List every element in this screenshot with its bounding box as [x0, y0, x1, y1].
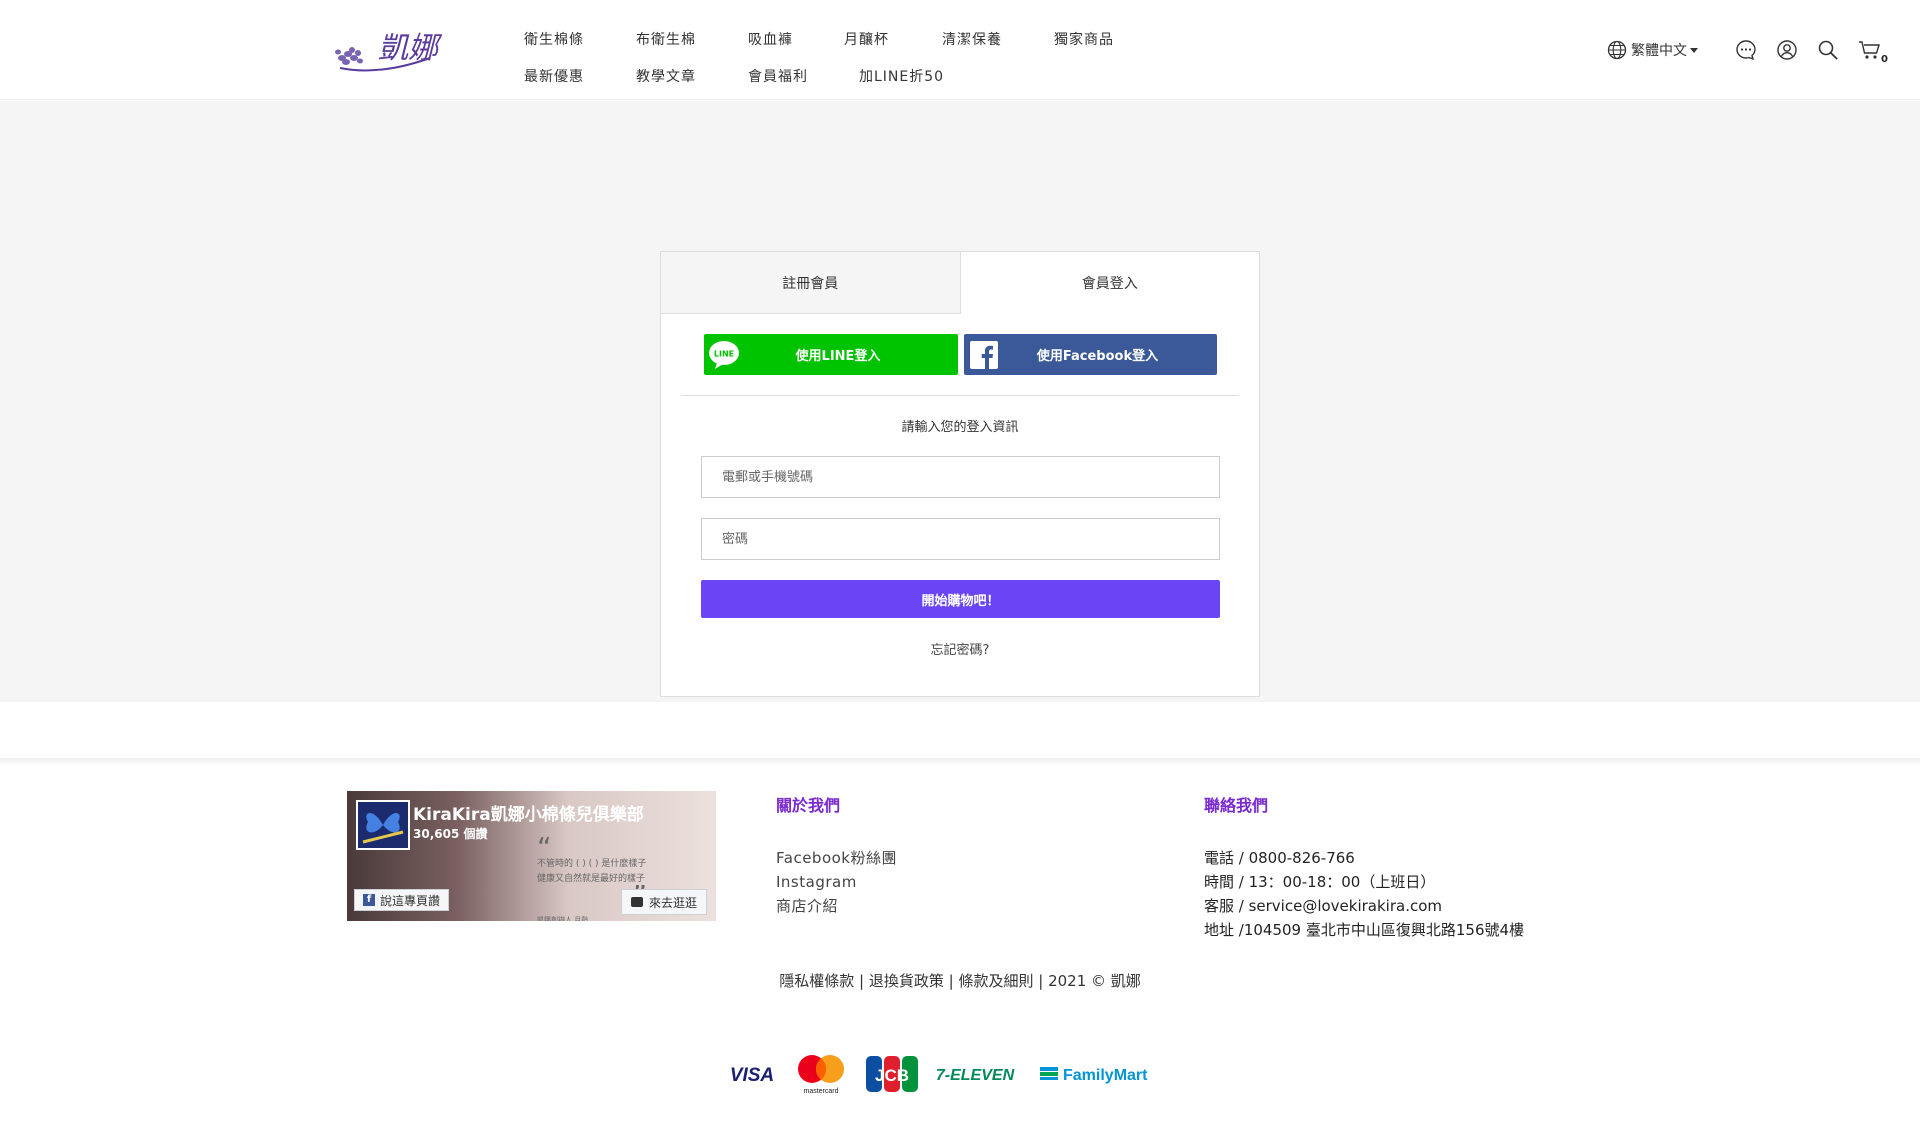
nav-item-offers[interactable]: 最新優惠 — [524, 66, 636, 86]
fb-quote-line-2: 健康又自然就是最好的樣子 — [537, 874, 646, 884]
payment-methods: VISA mastercard JCB 7-ELEVEN FamilyMart — [727, 1052, 1155, 1096]
globe-icon — [1607, 40, 1627, 60]
login-panel: 註冊會員 會員登入 LINE 使用LINE登入 使用Facebook登入 請輸入… — [660, 251, 1260, 697]
familymart-icon: FamilyMart — [1040, 1067, 1148, 1084]
jcb-icon: JCB — [866, 1056, 918, 1092]
contact-address: 地址 /104509 臺北市中山區復興北路156號4樓 — [1204, 921, 1525, 939]
fb-visit-label: 來去逛逛 — [648, 895, 697, 910]
nav-item-line-discount[interactable]: 加LINE折50 — [859, 66, 944, 86]
seven-eleven-icon: 7-ELEVEN — [936, 1067, 1015, 1084]
start-shopping-submit-button[interactable]: 開始購物吧！ — [701, 580, 1220, 618]
line-icon: LINE — [706, 337, 742, 373]
svg-text:FamilyMart: FamilyMart — [1063, 1067, 1148, 1084]
separator: | — [859, 972, 869, 990]
nav-item-period-underwear[interactable]: 吸血褲 — [748, 29, 844, 49]
open-quote-icon: “ — [537, 831, 552, 864]
footer-link-facebook[interactable]: Facebook粉絲團 — [776, 846, 897, 870]
cart-button[interactable]: 0 — [1858, 39, 1888, 65]
cart-count-badge: 0 — [1881, 54, 1888, 65]
footer-contact-heading: 聯絡我們 — [1204, 796, 1269, 815]
tab-login[interactable]: 會員登入 — [961, 252, 1260, 314]
legal-links: 隱私權條款 | 退換貨政策 | 條款及細則 | 2021 © 凱娜 — [0, 970, 1920, 991]
visa-icon: VISA — [730, 1065, 774, 1086]
nav-row-1: 衛生棉條 布衛生棉 吸血褲 月釀杯 清潔保養 獨家商品 — [524, 20, 1144, 57]
nav-item-articles[interactable]: 教學文章 — [636, 66, 748, 86]
facebook-login-button[interactable]: 使用Facebook登入 — [964, 334, 1217, 375]
account-button[interactable] — [1776, 39, 1798, 61]
password-input[interactable] — [701, 518, 1220, 560]
fb-page-avatar — [356, 800, 410, 850]
language-selector[interactable]: 繁體中文 — [1607, 40, 1698, 60]
main-content: 註冊會員 會員登入 LINE 使用LINE登入 使用Facebook登入 請輸入… — [0, 101, 1920, 702]
chat-icon — [1736, 40, 1756, 61]
footer-about: 關於我們 Facebook粉絲團 Instagram 商店介紹 — [776, 792, 897, 918]
contact-email[interactable]: 客服 / service@lovekirakira.com — [1204, 894, 1524, 918]
shopping-bag-icon — [630, 897, 643, 907]
line-login-button[interactable]: LINE 使用LINE登入 — [704, 334, 958, 375]
fb-quote-line-1: 不管時的 ( ) ( ) 是什麼樣子 — [537, 859, 647, 869]
nav-item-exclusive[interactable]: 獨家商品 — [1054, 29, 1114, 49]
login-prompt: 請輸入您的登入資訊 — [901, 420, 1019, 435]
svg-text:凱娜: 凱娜 — [378, 31, 443, 66]
svg-text:7-ELEVEN: 7-ELEVEN — [936, 1067, 1015, 1084]
search-button[interactable] — [1817, 39, 1839, 61]
fb-page-name[interactable]: KiraKira凱娜小棉條兒俱樂部 — [413, 800, 644, 825]
separator: | — [948, 972, 959, 990]
facebook-login-label: 使用Facebook登入 — [1036, 349, 1159, 364]
fb-like-label: 說這專頁讚 — [380, 893, 441, 908]
footer-divider — [0, 758, 1920, 766]
user-icon — [1777, 40, 1797, 60]
footer-contact: 聯絡我們 電話 / 0800-826-766 時間 / 13：00-18：00（… — [1204, 792, 1524, 942]
footer-about-heading: 關於我們 — [776, 796, 841, 815]
svg-text:LINE: LINE — [714, 349, 734, 358]
forgot-password-link[interactable]: 忘記密碼? — [661, 639, 1259, 658]
mastercard-icon: mastercard — [798, 1055, 844, 1095]
footer-link-instagram[interactable]: Instagram — [776, 870, 897, 894]
nav-item-tampons[interactable]: 衛生棉條 — [524, 29, 636, 49]
auth-tabs: 註冊會員 會員登入 — [661, 252, 1259, 314]
search-icon — [1818, 40, 1838, 60]
chat-button[interactable] — [1735, 39, 1757, 61]
svg-text:mastercard: mastercard — [803, 1088, 838, 1095]
facebook-icon — [966, 337, 1002, 373]
footer-link-store-intro[interactable]: 商店介紹 — [776, 894, 897, 918]
svg-text:VISA: VISA — [730, 1065, 774, 1086]
lavender-logo-icon: 凱娜 — [335, 31, 443, 72]
svg-text:JCB: JCB — [875, 1066, 909, 1085]
privacy-policy-link[interactable]: 隱私權條款 — [779, 972, 854, 990]
line-login-label: 使用LINE登入 — [795, 349, 881, 364]
cart-icon — [1859, 41, 1880, 59]
nav-row-2: 最新優惠 教學文章 會員福利 加LINE折50 — [524, 57, 1144, 94]
terms-link[interactable]: 條款及細則 — [958, 972, 1033, 990]
language-label: 繁體中文 — [1631, 43, 1687, 59]
tab-register[interactable]: 註冊會員 — [661, 252, 961, 314]
main-nav: 衛生棉條 布衛生棉 吸血褲 月釀杯 清潔保養 獨家商品 最新優惠 教學文章 會員… — [524, 20, 1144, 94]
separator: | — [1038, 972, 1049, 990]
nav-item-cloth-pads[interactable]: 布衛生棉 — [636, 29, 748, 49]
return-policy-link[interactable]: 退換貨政策 — [869, 972, 944, 990]
fb-page-likes: 30,605 個讚 — [413, 827, 488, 841]
site-footer: KiraKira凱娜小棉條兒俱樂部 30,605 個讚 “ 不管時的 ( ) (… — [0, 702, 1920, 1144]
contact-hours: 時間 / 13：00-18：00（上班日） — [1204, 873, 1436, 891]
fb-visit-shop-button[interactable]: 來去逛逛 — [620, 889, 707, 915]
nav-item-member-benefits[interactable]: 會員福利 — [748, 66, 859, 86]
nav-item-cleaning-care[interactable]: 清潔保養 — [942, 29, 1054, 49]
facebook-page-widget[interactable]: KiraKira凱娜小棉條兒俱樂部 30,605 個讚 “ 不管時的 ( ) (… — [347, 791, 716, 921]
social-login-buttons: LINE 使用LINE登入 使用Facebook登入 — [704, 334, 1217, 375]
caret-down-icon — [1690, 47, 1698, 53]
site-header: 凱娜 衛生棉條 布衛生棉 吸血褲 月釀杯 清潔保養 獨家商品 最新優惠 教學文章… — [0, 0, 1920, 100]
copyright: 2021 © 凱娜 — [1048, 972, 1141, 990]
contact-phone: 電話 / 0800-826-766 — [1204, 849, 1355, 867]
facebook-small-icon: f — [363, 894, 375, 906]
butterfly-icon — [362, 812, 404, 844]
fb-like-page-button[interactable]: f 說這專頁讚 — [354, 889, 450, 911]
email-phone-input[interactable] — [701, 456, 1220, 498]
nav-item-menstrual-cup[interactable]: 月釀杯 — [844, 29, 942, 49]
header-actions: 繁體中文 0 — [1607, 36, 1888, 65]
site-logo[interactable]: 凱娜 — [330, 20, 458, 76]
divider — [681, 395, 1239, 396]
